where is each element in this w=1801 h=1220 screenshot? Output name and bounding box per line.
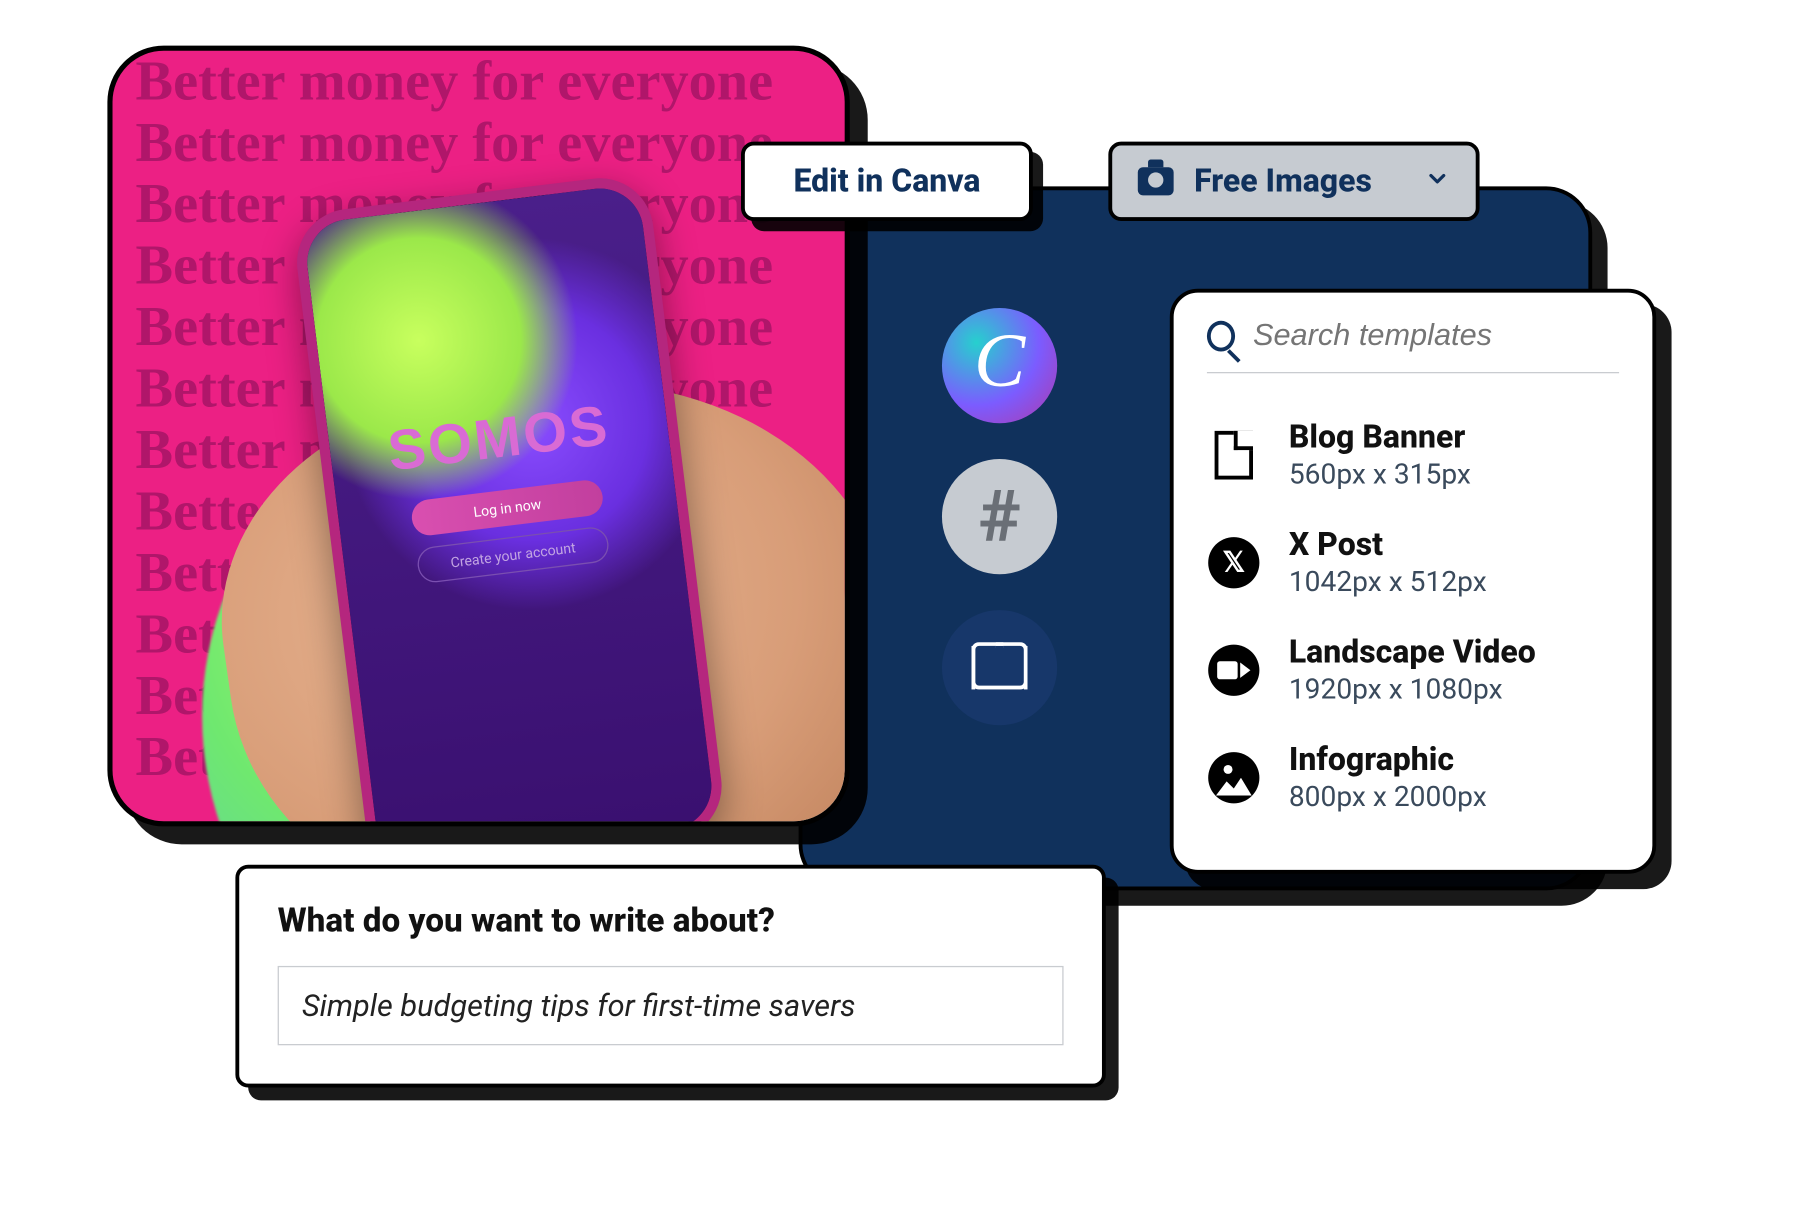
template-title: Infographic — [1288, 742, 1486, 779]
x-icon: 𝕏 — [1206, 536, 1260, 590]
templates-panel: Blog Banner 560px x 315px 𝕏 X Post 1042p… — [1169, 289, 1655, 874]
template-title: Blog Banner — [1288, 419, 1470, 456]
canva-icon[interactable]: C — [941, 308, 1056, 423]
image-icon — [1206, 751, 1260, 805]
library-icon[interactable] — [941, 610, 1056, 725]
template-item-infographic[interactable]: Infographic 800px x 2000px — [1206, 724, 1618, 832]
design-preview-card[interactable]: Better money for everyone Better money f… — [107, 46, 849, 827]
write-prompt-input[interactable]: Simple budgeting tips for first-time sav… — [277, 966, 1063, 1045]
template-dimensions: 1042px x 512px — [1288, 567, 1486, 599]
write-prompt-card: What do you want to write about? Simple … — [235, 865, 1105, 1088]
template-search-input[interactable] — [1252, 318, 1618, 354]
camera-icon — [1137, 167, 1173, 195]
template-item-blog-banner[interactable]: Blog Banner 560px x 315px — [1206, 401, 1618, 509]
template-item-x-post[interactable]: 𝕏 X Post 1042px x 512px — [1206, 509, 1618, 617]
side-tool-icons: C # — [941, 308, 1056, 725]
template-dimensions: 560px x 315px — [1288, 459, 1470, 491]
free-images-label: Free Images — [1194, 163, 1372, 200]
hashtag-icon[interactable]: # — [941, 459, 1056, 574]
chevron-down-icon — [1424, 163, 1450, 200]
search-icon — [1206, 321, 1234, 352]
edit-in-canva-button[interactable]: Edit in Canva — [741, 142, 1033, 221]
template-title: X Post — [1288, 527, 1486, 564]
template-dimensions: 1920px x 1080px — [1288, 674, 1535, 706]
template-title: Landscape Video — [1288, 634, 1535, 671]
document-icon — [1206, 428, 1260, 482]
template-item-landscape-video[interactable]: Landscape Video 1920px x 1080px — [1206, 616, 1618, 724]
edit-in-canva-label: Edit in Canva — [793, 163, 980, 200]
template-dimensions: 800px x 2000px — [1288, 782, 1486, 814]
video-icon — [1206, 643, 1260, 697]
free-images-dropdown[interactable]: Free Images — [1108, 142, 1479, 221]
write-prompt-title: What do you want to write about? — [277, 902, 1063, 940]
template-search[interactable] — [1206, 318, 1618, 373]
book-icon — [971, 646, 1027, 690]
